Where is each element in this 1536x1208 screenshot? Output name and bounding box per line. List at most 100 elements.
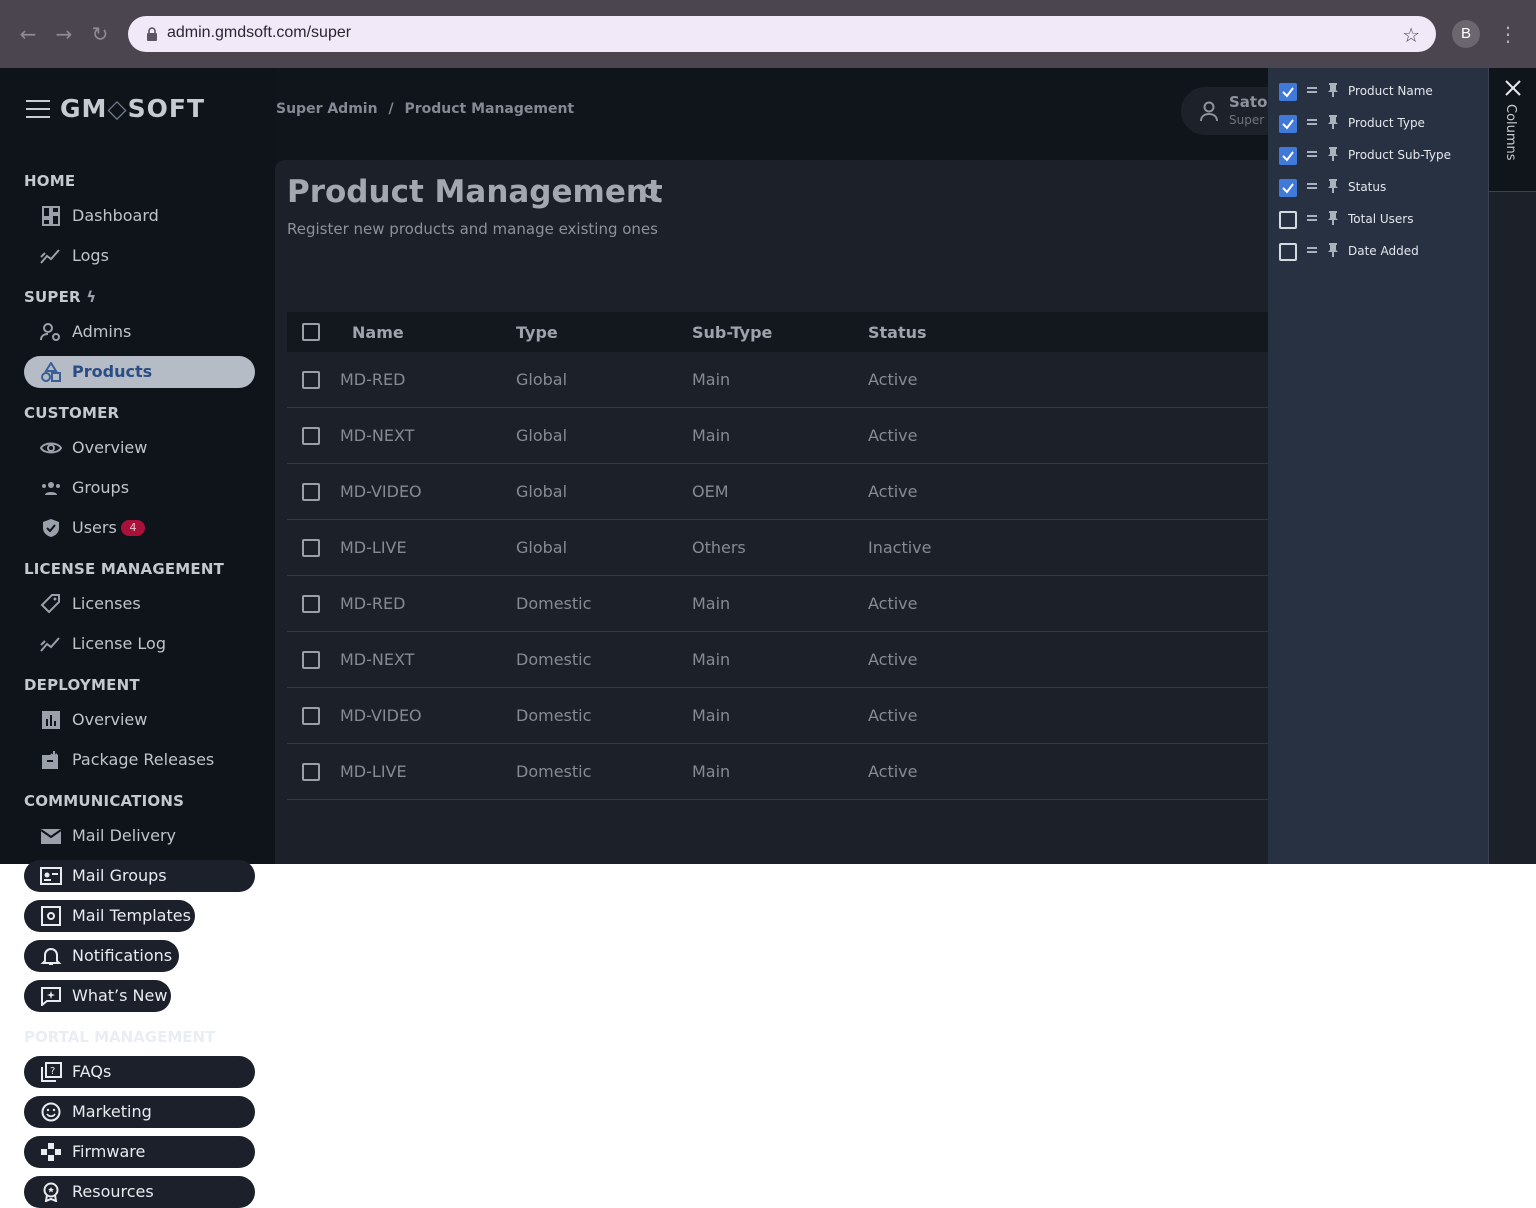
table-row[interactable]: MD-NEXT Domestic Main Active xyxy=(287,632,1275,688)
profile-avatar[interactable]: B xyxy=(1452,20,1480,48)
sidebar-item-notifications[interactable]: Notifications xyxy=(24,940,179,972)
cell-sub-type: Main xyxy=(692,762,731,781)
cell-status: Active xyxy=(868,482,918,501)
column-checkbox-checked[interactable] xyxy=(1279,83,1297,101)
row-checkbox[interactable] xyxy=(302,763,320,781)
table-row[interactable]: MD-VIDEO Global OEM Active xyxy=(287,464,1275,520)
column-checkbox-unchecked[interactable] xyxy=(1279,211,1297,229)
sidebar-item-faqs[interactable]: ? FAQs xyxy=(24,1056,255,1088)
sidebar-item-label: Products xyxy=(72,362,153,381)
cell-status: Active xyxy=(868,370,918,389)
column-checkbox-checked[interactable] xyxy=(1279,115,1297,133)
sidebar-item-label: Logs xyxy=(72,246,109,265)
drag-handle-icon[interactable] xyxy=(1306,212,1318,224)
pin-icon[interactable] xyxy=(1326,82,1340,98)
select-all-checkbox[interactable] xyxy=(302,323,320,341)
column-option-product-name[interactable]: Product Name xyxy=(1268,80,1488,104)
column-header-name[interactable]: Name xyxy=(352,323,404,342)
column-option-product-sub-type[interactable]: Product Sub-Type xyxy=(1268,144,1488,168)
section-title-portal-management: PORTAL MANAGEMENT xyxy=(24,1028,216,1046)
row-checkbox[interactable] xyxy=(302,371,320,389)
column-header-type[interactable]: Type xyxy=(516,323,558,342)
drag-handle-icon[interactable] xyxy=(1306,116,1318,128)
cell-sub-type: Main xyxy=(692,594,731,613)
sidebar-item-licenses[interactable]: Licenses xyxy=(24,588,255,620)
column-option-total-users[interactable]: Total Users xyxy=(1268,208,1488,232)
sidebar-item-products[interactable]: Products xyxy=(24,356,255,388)
drag-handle-icon[interactable] xyxy=(1306,148,1318,160)
sidebar-item-dashboard[interactable]: Dashboard xyxy=(24,200,255,232)
key-tag-icon xyxy=(40,594,60,614)
row-checkbox[interactable] xyxy=(302,483,320,501)
sidebar-item-firmware[interactable]: Firmware xyxy=(24,1136,255,1168)
sidebar-item-label: Mail Groups xyxy=(72,866,167,885)
sidebar-item-label: Marketing xyxy=(72,1102,152,1121)
row-checkbox[interactable] xyxy=(302,651,320,669)
drag-handle-icon[interactable] xyxy=(1306,84,1318,96)
pin-icon[interactable] xyxy=(1326,114,1340,130)
groups-icon xyxy=(42,482,60,495)
column-header-status[interactable]: Status xyxy=(868,323,927,342)
pin-icon[interactable] xyxy=(1326,242,1340,258)
column-header-sub-type[interactable]: Sub-Type xyxy=(692,323,772,342)
sidebar-item-label: Dashboard xyxy=(72,206,159,225)
row-checkbox[interactable] xyxy=(302,539,320,557)
table-row[interactable]: MD-RED Global Main Active xyxy=(287,352,1275,408)
address-bar[interactable]: admin.gmdsoft.com/super ☆ xyxy=(128,16,1436,52)
bookmark-star-icon[interactable]: ☆ xyxy=(1402,23,1420,47)
table-row[interactable]: MD-LIVE Global Others Inactive xyxy=(287,520,1275,576)
column-checkbox-checked[interactable] xyxy=(1279,147,1297,165)
row-checkbox[interactable] xyxy=(302,427,320,445)
sidebar-item-marketing[interactable]: Marketing xyxy=(24,1096,255,1128)
forward-arrow-icon[interactable]: → xyxy=(52,22,76,46)
cell-name: MD-RED xyxy=(340,370,406,389)
sidebar-item-customer-overview[interactable]: Overview xyxy=(24,432,255,464)
sidebar-item-mail-templates[interactable]: Mail Templates xyxy=(24,900,195,932)
pin-icon[interactable] xyxy=(1326,178,1340,194)
column-option-product-type[interactable]: Product Type xyxy=(1268,112,1488,136)
close-icon[interactable] xyxy=(1503,78,1523,98)
browser-menu-icon[interactable]: ⋮ xyxy=(1498,20,1518,48)
template-gear-icon xyxy=(41,906,61,926)
pin-icon[interactable] xyxy=(1326,210,1340,226)
sidebar-item-mail-groups[interactable]: Mail Groups xyxy=(24,860,255,892)
sidebar-item-deployment-overview[interactable]: Overview xyxy=(24,704,255,736)
column-option-label: Status xyxy=(1348,180,1387,194)
sidebar-item-admins[interactable]: Admins xyxy=(24,316,255,348)
row-checkbox[interactable] xyxy=(302,707,320,725)
column-option-date-added[interactable]: Date Added xyxy=(1268,240,1488,264)
bar-chart-icon xyxy=(42,711,60,729)
sidebar-item-resources[interactable]: Resources xyxy=(24,1176,255,1208)
sidebar-item-mail-delivery[interactable]: Mail Delivery xyxy=(24,820,255,852)
table-row[interactable]: MD-VIDEO Domestic Main Active xyxy=(287,688,1275,744)
mail-icon xyxy=(40,829,62,844)
cell-sub-type: Main xyxy=(692,706,731,725)
search-icon[interactable] xyxy=(641,182,663,204)
shapes-icon xyxy=(41,362,61,382)
drag-handle-icon[interactable] xyxy=(1306,244,1318,256)
sidebar-item-license-log[interactable]: License Log xyxy=(24,628,255,660)
pin-icon[interactable] xyxy=(1326,146,1340,162)
section-title-communications: COMMUNICATIONS xyxy=(24,792,185,810)
sidebar-item-groups[interactable]: Groups xyxy=(24,472,255,504)
columns-side-tab[interactable]: Columns xyxy=(1488,68,1536,192)
table-row[interactable]: MD-LIVE Domestic Main Active xyxy=(287,744,1275,800)
row-checkbox[interactable] xyxy=(302,595,320,613)
back-arrow-icon[interactable]: ← xyxy=(16,22,40,46)
column-option-status[interactable]: Status xyxy=(1268,176,1488,200)
cell-type: Domestic xyxy=(516,650,592,669)
sidebar-item-package-releases[interactable]: Package Releases xyxy=(24,744,255,776)
browser-toolbar: ← → ↻ admin.gmdsoft.com/super ☆ B ⋮ xyxy=(0,0,1536,68)
sidebar-item-logs[interactable]: Logs xyxy=(24,240,255,272)
hamburger-menu-icon[interactable] xyxy=(26,100,50,118)
table-row[interactable]: MD-NEXT Global Main Active xyxy=(287,408,1275,464)
drag-handle-icon[interactable] xyxy=(1306,180,1318,192)
column-checkbox-unchecked[interactable] xyxy=(1279,243,1297,261)
column-checkbox-checked[interactable] xyxy=(1279,179,1297,197)
reload-icon[interactable]: ↻ xyxy=(88,22,112,46)
breadcrumb-link-super-admin[interactable]: Super Admin xyxy=(276,101,378,117)
table-row[interactable]: MD-RED Domestic Main Active xyxy=(287,576,1275,632)
svg-text:?: ? xyxy=(50,1066,55,1077)
sidebar-item-whats-new[interactable]: What’s New xyxy=(24,980,171,1012)
sidebar-item-users[interactable]: Users 4 xyxy=(24,512,255,544)
